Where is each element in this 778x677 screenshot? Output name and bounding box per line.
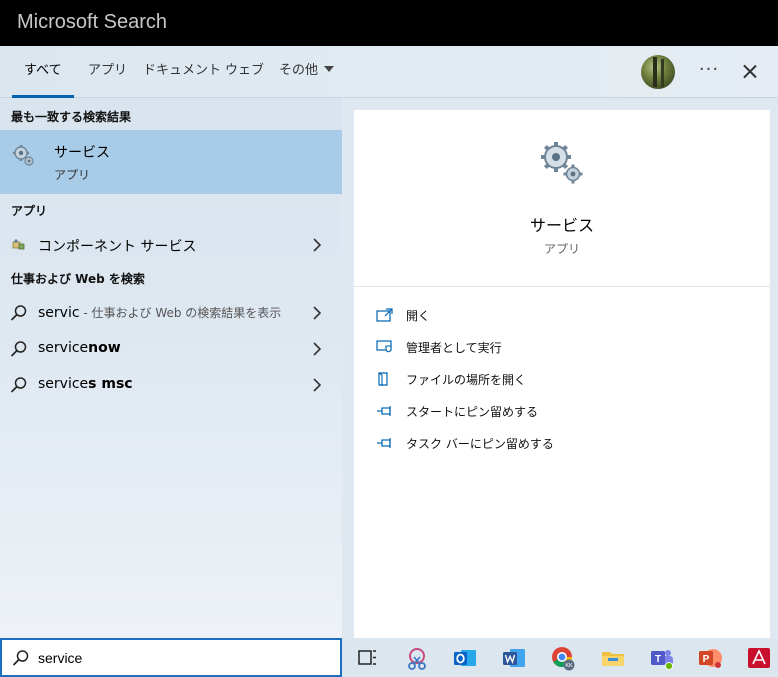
chevron-right-icon[interactable] xyxy=(312,342,322,356)
web-result-services-msc[interactable]: services msc xyxy=(0,368,342,402)
open-icon xyxy=(376,308,393,322)
shield-admin-icon xyxy=(376,340,392,353)
pin-icon xyxy=(377,438,391,448)
action-run-as-admin[interactable]: 管理者として実行 xyxy=(354,332,770,362)
best-match-title: サービス xyxy=(54,145,110,161)
word-icon[interactable] xyxy=(501,645,527,671)
action-open-file-location[interactable]: ファイルの場所を開く xyxy=(354,364,770,394)
search-icon xyxy=(12,650,29,666)
tab-bar: すべて アプリ ドキュメント ウェブ その他 ··· xyxy=(0,46,778,98)
outlook-icon[interactable] xyxy=(452,645,478,671)
tab-web[interactable]: ウェブ xyxy=(225,46,264,98)
pin-icon xyxy=(377,406,391,416)
action-label: スタートにピン留めする xyxy=(406,405,539,419)
preview-subtitle: アプリ xyxy=(543,242,580,256)
close-button[interactable] xyxy=(738,58,762,86)
search-icon xyxy=(10,305,27,321)
window-title: Microsoft Search xyxy=(0,0,778,46)
tab-more-label: その他 xyxy=(279,63,319,78)
web-result-completion: now xyxy=(88,340,121,356)
search-icon xyxy=(10,341,27,357)
results-pane: 最も一致する検索結果 サービス アプリ アプリ コンポーネント サービス 仕事お… xyxy=(0,98,342,638)
powerpoint-icon[interactable]: P xyxy=(697,645,723,671)
preview-pane: サービス アプリ 開く 管理者として実行 ファイルの場所を開く スタートにピン留… xyxy=(354,110,770,638)
web-heading: 仕事および Web を検索 xyxy=(11,272,145,286)
more-options-button[interactable]: ··· xyxy=(696,58,722,86)
file-location-icon xyxy=(378,372,388,386)
web-result-query: service xyxy=(38,376,89,392)
avatar[interactable] xyxy=(641,55,675,89)
action-open[interactable]: 開く xyxy=(354,300,770,330)
acrobat-icon[interactable] xyxy=(746,645,772,671)
divider xyxy=(354,286,770,287)
chevron-right-icon[interactable] xyxy=(312,306,322,320)
web-result-query: servic xyxy=(38,305,80,321)
tab-apps[interactable]: アプリ xyxy=(88,46,127,98)
search-input[interactable] xyxy=(38,647,328,669)
action-label: 管理者として実行 xyxy=(406,341,502,355)
apps-heading: アプリ xyxy=(11,204,48,218)
tab-documents[interactable]: ドキュメント xyxy=(143,46,221,98)
action-label: 開く xyxy=(406,309,431,323)
chevron-down-icon xyxy=(324,66,335,72)
web-result-hint: - 仕事および Web の検索結果を表示 xyxy=(79,306,282,320)
action-pin-to-start[interactable]: スタートにピン留めする xyxy=(354,396,770,426)
taskbar: KK T P xyxy=(342,638,778,677)
action-pin-to-taskbar[interactable]: タスク バーにピン留めする xyxy=(354,428,770,458)
tab-all[interactable]: すべて xyxy=(12,46,74,98)
chevron-right-icon[interactable] xyxy=(312,378,322,392)
preview-title: サービス xyxy=(529,216,594,235)
task-view-icon[interactable] xyxy=(354,645,380,671)
web-result-servicenow[interactable]: servicenow xyxy=(0,332,342,366)
chrome-icon[interactable]: KK xyxy=(550,645,576,671)
snipping-icon[interactable] xyxy=(404,645,430,671)
action-label: タスク バーにピン留めする xyxy=(406,437,554,451)
gears-icon xyxy=(541,142,583,184)
tab-more[interactable]: その他 xyxy=(279,46,335,98)
web-result-completion: s msc xyxy=(88,376,133,392)
list-item-label: コンポーネント サービス xyxy=(38,239,197,255)
web-result-servic[interactable]: servic - 仕事および Web の検索結果を表示 xyxy=(0,296,342,330)
action-label: ファイルの場所を開く xyxy=(406,373,527,387)
best-match-item[interactable]: サービス アプリ xyxy=(0,130,342,194)
svg-text:T: T xyxy=(655,654,661,665)
gears-icon xyxy=(13,145,34,166)
component-services-icon xyxy=(12,239,25,250)
best-match-subtitle: アプリ xyxy=(54,168,91,182)
chevron-right-icon[interactable] xyxy=(312,238,322,252)
teams-icon[interactable]: T xyxy=(649,645,675,671)
list-item-component-services[interactable]: コンポーネント サービス xyxy=(0,228,342,262)
search-icon xyxy=(10,377,27,393)
svg-text:KK: KK xyxy=(565,663,573,669)
best-match-heading: 最も一致する検索結果 xyxy=(11,110,132,124)
svg-text:P: P xyxy=(703,654,710,665)
web-result-query: service xyxy=(38,340,89,356)
search-box[interactable] xyxy=(0,638,342,677)
file-explorer-icon[interactable] xyxy=(600,645,626,671)
